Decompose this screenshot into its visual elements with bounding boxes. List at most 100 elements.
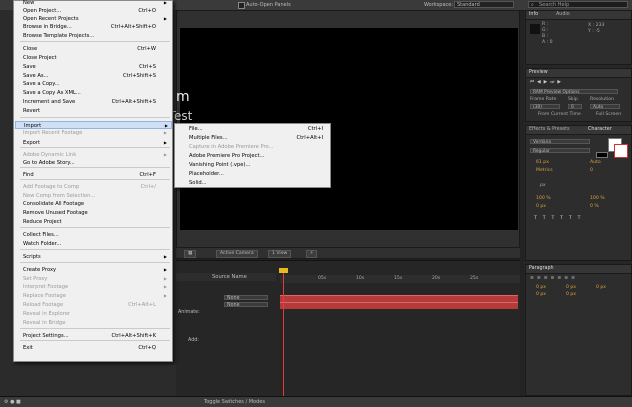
menu-item-new-comp-from-selection[interactable]: New Comp from Selection... bbox=[23, 192, 170, 200]
menu-item-open-recent-projects[interactable]: Open Recent Projects ▶ bbox=[23, 15, 170, 23]
playhead-handle[interactable] bbox=[279, 268, 288, 273]
playback-controls[interactable]: ⏮◀▶⏭▶ bbox=[530, 79, 564, 85]
menu-item-browse-in-bridge[interactable]: Browse in Bridge... Ctrl+Alt+Shift+O bbox=[23, 23, 170, 31]
tab-character[interactable]: Character bbox=[588, 127, 612, 132]
info-b: B : bbox=[542, 34, 549, 39]
resolution-select[interactable]: Auto bbox=[590, 104, 620, 110]
submenu-arrow-icon: ▶ bbox=[163, 284, 167, 289]
menu-item-reduce-project[interactable]: Reduce Project bbox=[23, 218, 170, 226]
indent-left-value[interactable]: 0 px bbox=[536, 285, 546, 290]
menu-item-collect-files[interactable]: Collect Files... bbox=[23, 231, 170, 239]
auto-open-panels-checkbox[interactable] bbox=[238, 2, 245, 9]
menu-item-reveal-in-explorer[interactable]: Reveal in Explorer bbox=[23, 310, 170, 318]
leading-value[interactable]: Auto bbox=[590, 160, 601, 165]
submenu-item-capture-in-adobe-premiere-pro[interactable]: Capture in Adobe Premiere Pro... bbox=[189, 143, 329, 151]
menu-item-close[interactable]: Close Ctrl+W bbox=[23, 45, 170, 53]
menu-item-reveal-in-bridge[interactable]: Reveal in Bridge bbox=[23, 319, 170, 327]
layer-duration-bar[interactable] bbox=[280, 302, 518, 309]
space-after-value[interactable]: 0 px bbox=[566, 292, 576, 297]
menu-item-import-recent-footage[interactable]: Import Recent Footage ▶ bbox=[23, 129, 170, 137]
menu-item-increment-and-save[interactable]: Increment and Save Ctrl+Alt+Shift+S bbox=[23, 98, 170, 106]
horizontal-scale-value[interactable]: 100 % bbox=[590, 196, 605, 201]
layer-mode-select[interactable]: None bbox=[224, 302, 268, 308]
from-current-time-checkbox[interactable]: From Current Time bbox=[538, 112, 581, 117]
menu-item-scripts[interactable]: Scripts ▶ bbox=[23, 253, 170, 261]
submenu-item-placeholder[interactable]: Placeholder... bbox=[189, 170, 329, 178]
menu-item-save[interactable]: Save Ctrl+S bbox=[23, 63, 170, 71]
menu-item-interpret-footage[interactable]: Interpret Footage ▶ bbox=[23, 283, 170, 291]
menu-item-adobe-dynamic-link[interactable]: Adobe Dynamic Link ▶ bbox=[23, 151, 170, 159]
space-before-value[interactable]: 0 px bbox=[536, 292, 546, 297]
menu-item-reload-footage[interactable]: Reload Footage Ctrl+Alt+L bbox=[23, 301, 170, 309]
menu-item-new[interactable]: New ▶ bbox=[23, 0, 170, 7]
layer-mode-select[interactable]: None bbox=[224, 295, 268, 301]
submenu-item-file[interactable]: File... Ctrl+I bbox=[189, 125, 329, 133]
layer-row[interactable]: None bbox=[176, 302, 276, 309]
tab-preview[interactable]: Preview bbox=[529, 70, 548, 75]
fast-preview-icon[interactable]: ⚡ bbox=[306, 250, 318, 258]
tab-audio[interactable]: Audio bbox=[556, 12, 570, 17]
menu-item-find[interactable]: Find Ctrl+F bbox=[23, 171, 170, 179]
menu-item-revert[interactable]: Revert bbox=[23, 107, 170, 115]
grid-icon[interactable]: ▦ bbox=[184, 250, 197, 258]
full-screen-checkbox[interactable]: Full Screen bbox=[596, 112, 621, 117]
view-layout-select[interactable]: 1 View bbox=[268, 250, 292, 258]
vertical-scale-value[interactable]: 100 % bbox=[536, 196, 551, 201]
workspace-select[interactable]: Standard bbox=[454, 1, 514, 8]
black-swatch[interactable] bbox=[596, 152, 608, 158]
submenu-item-solid[interactable]: Solid... bbox=[189, 179, 329, 187]
menu-item-go-to-adobe-story[interactable]: Go to Adobe Story... bbox=[23, 159, 170, 167]
stroke-color-swatch[interactable] bbox=[614, 144, 628, 158]
alignment-buttons[interactable]: ≡≡≡≡≡≡≡ bbox=[530, 276, 578, 281]
indent-first-value[interactable]: 0 px bbox=[596, 285, 606, 290]
menu-item-watch-folder[interactable]: Watch Folder... bbox=[23, 240, 170, 248]
menu-item-replace-footage[interactable]: Replace Footage ▶ bbox=[23, 292, 170, 300]
add-label[interactable]: Add: bbox=[188, 338, 288, 345]
menu-item-set-proxy[interactable]: Set Proxy ▶ bbox=[23, 275, 170, 283]
frame-rate-select[interactable]: (30) bbox=[530, 104, 560, 110]
tab-paragraph[interactable]: Paragraph bbox=[529, 266, 554, 271]
menu-item-label: Consolidate All Footage bbox=[23, 201, 85, 207]
search-help-input[interactable]: ⌕ Search Help bbox=[528, 1, 628, 8]
font-style-select[interactable]: Regular bbox=[530, 148, 590, 154]
menu-item-import[interactable]: Import ▶ bbox=[15, 121, 172, 129]
tab-effects-presets[interactable]: Effects & Presets bbox=[529, 127, 570, 132]
menu-item-export[interactable]: Export ▶ bbox=[23, 139, 170, 147]
skip-input[interactable]: 0 bbox=[568, 104, 582, 110]
submenu-item-vanishing-point-vpe[interactable]: Vanishing Point (.vpe)... bbox=[189, 161, 329, 169]
kerning-select[interactable]: Metrics bbox=[536, 168, 553, 173]
font-size-value[interactable]: 61 px bbox=[536, 160, 549, 165]
tsume-value[interactable]: 0 % bbox=[590, 204, 599, 209]
font-family-select[interactable]: Verdana bbox=[530, 139, 590, 145]
menu-item-browse-template-projects[interactable]: Browse Template Projects... bbox=[23, 32, 170, 40]
submenu-item-label: Capture in Adobe Premiere Pro... bbox=[189, 144, 274, 150]
menu-item-open-project[interactable]: Open Project... Ctrl+O bbox=[23, 7, 170, 15]
submenu-item-adobe-premiere-pro-project[interactable]: Adobe Premiere Pro Project... bbox=[189, 152, 329, 160]
toggle-switches-modes-button[interactable]: Toggle Switches / Modes bbox=[204, 399, 265, 405]
composition-text-line1: m bbox=[176, 89, 190, 105]
stroke-width-value[interactable]: px bbox=[540, 183, 546, 188]
menu-item-save-a-copy-as-xml[interactable]: Save a Copy As XML... bbox=[23, 89, 170, 97]
menu-item-exit[interactable]: Exit Ctrl+Q bbox=[23, 344, 170, 352]
submenu-item-multiple-files[interactable]: Multiple Files... Ctrl+Alt+I bbox=[189, 134, 329, 142]
playhead[interactable] bbox=[283, 268, 284, 396]
menu-item-project-settings[interactable]: Project Settings... Ctrl+Alt+Shift+K bbox=[23, 332, 170, 340]
baseline-shift-value[interactable]: 0 px bbox=[536, 204, 546, 209]
menu-item-close-project[interactable]: Close Project bbox=[23, 54, 170, 62]
indent-right-value[interactable]: 0 px bbox=[566, 285, 576, 290]
tracking-value[interactable]: 0 bbox=[590, 168, 593, 173]
menu-item-consolidate-all-footage[interactable]: Consolidate All Footage bbox=[23, 200, 170, 208]
menu-item-add-footage-to-comp[interactable]: Add Footage to Comp Ctrl+/ bbox=[23, 183, 170, 191]
ram-preview-options-select[interactable]: RAM Preview Options bbox=[530, 89, 618, 95]
menu-item-create-proxy[interactable]: Create Proxy ▶ bbox=[23, 266, 170, 274]
menu-item-save-as[interactable]: Save As... Ctrl+Shift+S bbox=[23, 72, 170, 80]
status-icons[interactable]: ⚙ ● ■ bbox=[4, 399, 21, 405]
text-style-buttons[interactable]: TTTTTT bbox=[534, 216, 586, 221]
tab-info[interactable]: Info bbox=[529, 12, 538, 17]
camera-select[interactable]: Active Camera bbox=[216, 250, 258, 258]
layer-row[interactable]: None bbox=[176, 295, 276, 302]
layer-duration-bar[interactable] bbox=[280, 295, 518, 302]
menu-item-remove-unused-footage[interactable]: Remove Unused Footage bbox=[23, 209, 170, 217]
animate-label[interactable]: Animate: bbox=[178, 310, 278, 317]
menu-item-save-a-copy[interactable]: Save a Copy... bbox=[23, 80, 170, 88]
